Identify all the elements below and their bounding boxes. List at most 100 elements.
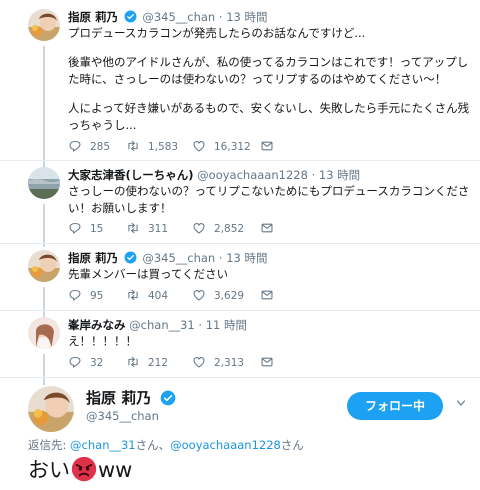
heart-icon: [192, 355, 206, 369]
retweet-count: 1,583: [148, 141, 179, 153]
reply-icon: [68, 221, 82, 235]
verified-badge-icon: [124, 10, 137, 23]
main-avatar[interactable]: [28, 386, 74, 432]
avatar[interactable]: [28, 250, 60, 282]
reply-count: 95: [90, 290, 104, 302]
reply-user-link[interactable]: @chan__31: [70, 438, 136, 452]
retweet-icon: [126, 139, 140, 153]
main-text-end: ww: [98, 458, 133, 482]
main-handle[interactable]: @345__chan: [86, 409, 159, 423]
verified-badge-icon: [124, 251, 137, 264]
tweet-text-line: た時に、さっしーのは使わないの？ってリプするのはやめてください〜！: [68, 72, 447, 86]
tweet-header: 指原 莉乃 @345__chan · 13 時間: [68, 250, 268, 266]
retweet-icon: [126, 288, 140, 302]
thread-line: [43, 354, 45, 385]
heart-icon: [192, 139, 206, 153]
display-name[interactable]: 指原 莉乃: [68, 10, 118, 24]
timestamp[interactable]: 11 時間: [206, 318, 247, 332]
tweet-text-line: 後輩や他のアイドルさんが、私の使ってるカラコンはこれです！ってアップし: [68, 55, 469, 69]
handle[interactable]: @345__chan: [142, 251, 215, 265]
retweet-button[interactable]: 311: [126, 221, 168, 237]
separator-dot: ·: [218, 251, 223, 265]
timestamp[interactable]: 13 時間: [226, 10, 267, 24]
retweet-icon: [126, 355, 140, 369]
like-button[interactable]: 2,852: [192, 221, 244, 237]
avatar[interactable]: [28, 167, 60, 199]
divider: [0, 160, 480, 161]
tweet-text-line: [68, 88, 473, 100]
retweet-count: 404: [148, 290, 169, 302]
retweet-icon: [126, 221, 140, 235]
avatar[interactable]: [28, 9, 60, 41]
divider: [0, 310, 480, 311]
replying-to: 返信先: @chan__31さん、@ooyachaaan1228さん: [28, 437, 304, 453]
thread-line: [43, 287, 45, 318]
reply-count: 285: [90, 141, 111, 153]
retweet-count: 212: [148, 357, 169, 369]
divider: [0, 377, 480, 378]
like-count: 3,629: [214, 290, 245, 302]
handle[interactable]: @345__chan: [142, 10, 215, 24]
like-count: 2,852: [214, 223, 245, 235]
reply-prefix: 返信先:: [28, 438, 71, 452]
reply-icon: [68, 355, 82, 369]
main-tweet-text: おい ww: [28, 454, 132, 486]
reply-count: 15: [90, 223, 104, 235]
reply-icon: [68, 139, 82, 153]
handle[interactable]: @ooyachaaan1228: [197, 168, 308, 182]
retweet-button[interactable]: 404: [126, 288, 168, 304]
like-button[interactable]: 3,629: [192, 288, 244, 304]
separator-dot: ·: [218, 10, 223, 24]
display-name[interactable]: 指原 莉乃: [68, 251, 118, 265]
heart-icon: [192, 288, 206, 302]
dm-button[interactable]: [260, 139, 282, 155]
heart-icon: [192, 221, 206, 235]
divider: [0, 243, 480, 244]
envelope-icon: [260, 355, 274, 369]
tweet-text-line: さっしーの使わないの？ってリプこないためにもプロデュースカラコンくださ: [68, 184, 470, 198]
tweet-header: 指原 莉乃 @345__chan · 13 時間: [68, 9, 268, 25]
angry-face-icon: [71, 456, 97, 482]
tweet-header: 峯岸みなみ @chan__31 · 11 時間: [68, 317, 247, 333]
retweet-button[interactable]: 212: [126, 355, 168, 371]
like-button[interactable]: 2,313: [192, 355, 244, 371]
dm-button[interactable]: [260, 355, 282, 371]
reply-button[interactable]: 15: [68, 221, 103, 237]
retweet-count: 311: [148, 223, 169, 235]
dm-button[interactable]: [260, 288, 282, 304]
tweet-text: さっしーの使わないの？ってリプこないためにもプロデュースカラコンくださ い！お願…: [68, 183, 473, 217]
display-name[interactable]: 峯岸みなみ: [68, 318, 126, 332]
timestamp[interactable]: 13 時間: [226, 251, 267, 265]
avatar[interactable]: [28, 317, 60, 349]
main-name-text[interactable]: 指原 莉乃: [86, 389, 151, 407]
handle[interactable]: @chan__31: [129, 318, 195, 332]
tweet-text-line: 先輩メンバーは買ってください: [68, 267, 229, 281]
separator-dot: ·: [311, 168, 316, 182]
timestamp[interactable]: 13 時間: [319, 168, 360, 182]
reply-button[interactable]: 32: [68, 355, 103, 371]
reply-count: 32: [90, 357, 104, 369]
like-count: 2,313: [214, 357, 245, 369]
reply-button[interactable]: 285: [68, 139, 110, 155]
display-name[interactable]: 大家志津香(しーちゃん): [68, 168, 194, 182]
tweet-text: プロデュースカラコンが発売したらのお話なんですけど... 後輩や他のアイドルさん…: [68, 25, 473, 134]
separator-dot: ·: [198, 318, 203, 332]
reply-icon: [68, 288, 82, 302]
envelope-icon: [260, 221, 274, 235]
reply-button[interactable]: 95: [68, 288, 103, 304]
like-button[interactable]: 16,312: [192, 139, 251, 155]
tweet-text-line: え！！！！！: [68, 334, 137, 348]
tweet-text: え！！！！！: [68, 333, 473, 350]
tweet-text-line: っちゃうし...: [68, 118, 137, 132]
chevron-down-icon[interactable]: [455, 397, 467, 409]
following-button[interactable]: フォロー中: [347, 392, 443, 420]
reply-user-link[interactable]: @ooyachaaan1228: [170, 438, 281, 452]
thread-line: [43, 204, 45, 247]
main-text-start: おい: [28, 458, 70, 482]
reply-separator: さん、: [135, 438, 171, 452]
retweet-button[interactable]: 1,583: [126, 139, 178, 155]
dm-button[interactable]: [260, 221, 282, 237]
main-display-name[interactable]: 指原 莉乃: [86, 387, 178, 408]
tweet-text-line: い！お願いします！: [68, 201, 172, 215]
verified-badge-icon: [160, 390, 176, 406]
